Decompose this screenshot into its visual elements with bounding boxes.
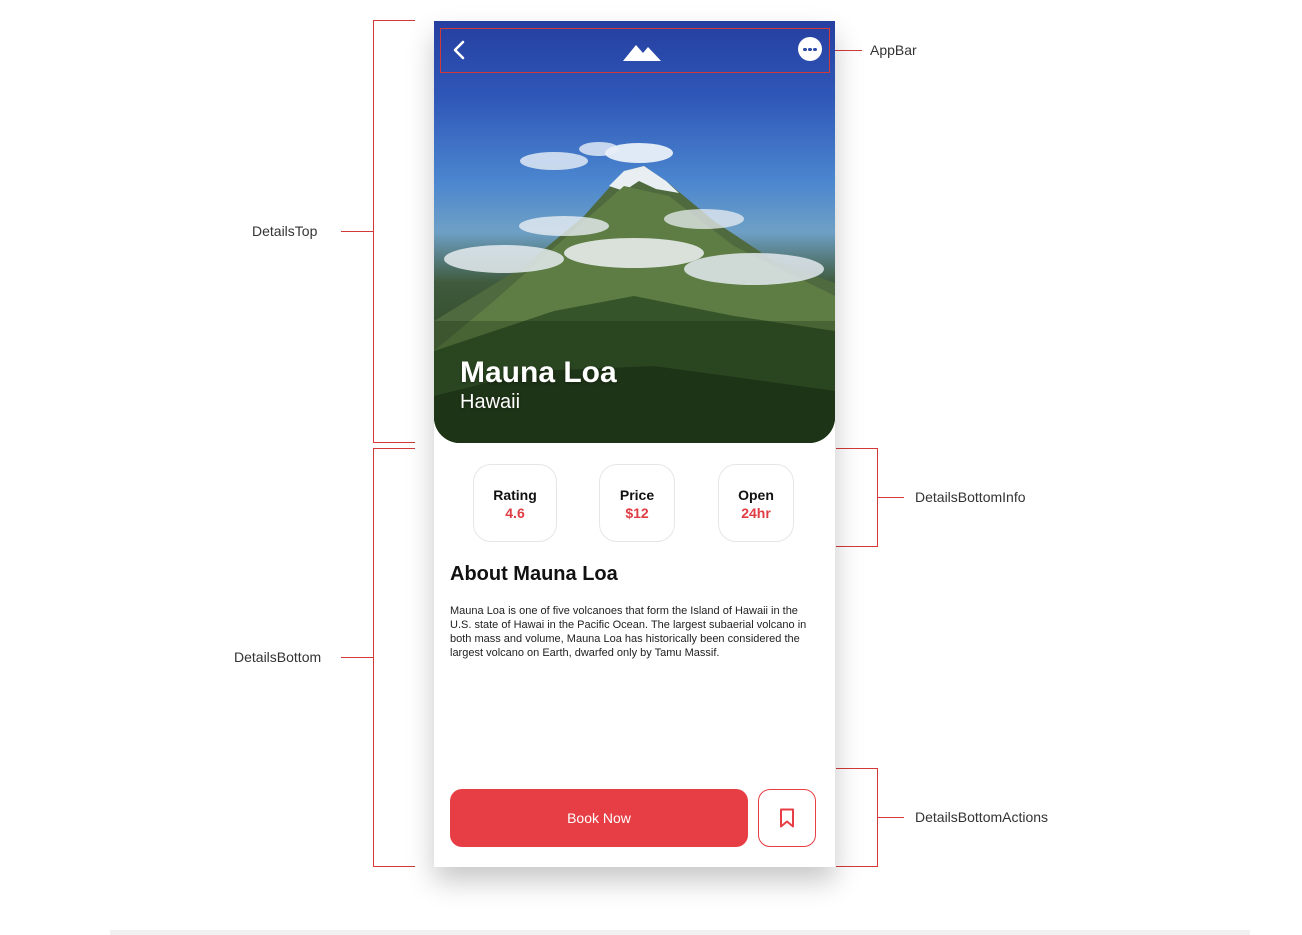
phone-screen: Mauna Loa Hawaii Rating 4.6 Price $12 Op… [434, 21, 835, 867]
place-title: Mauna Loa [460, 356, 617, 389]
info-card-rating: Rating 4.6 [473, 464, 557, 542]
annotation-label-details-bottom: DetailsBottom [234, 649, 322, 665]
details-bottom-info-bracket-tick [878, 497, 904, 498]
details-top: Mauna Loa Hawaii [434, 21, 835, 443]
info-card-label: Price [619, 487, 655, 503]
app-bar [440, 28, 830, 73]
bookmark-button[interactable] [758, 789, 816, 847]
page-bottom-divider [110, 930, 1250, 935]
mountain-logo-icon [623, 45, 661, 61]
about-title: About Mauna Loa [450, 563, 618, 585]
details-top-bracket-tick [341, 231, 373, 232]
info-card-value: 4.6 [505, 505, 525, 521]
info-card-price: Price $12 [599, 464, 675, 542]
details-bottom-bracket-tick [341, 657, 373, 658]
details-bottom-actions-bracket-tick [878, 817, 904, 818]
annotation-label-details-top: DetailsTop [252, 223, 318, 239]
details-bottom-actions-bracket [836, 768, 878, 867]
book-now-button[interactable]: Book Now [450, 789, 748, 847]
details-bottom-bracket [373, 448, 415, 867]
place-subtitle: Hawaii [460, 391, 521, 413]
chevron-left-icon[interactable] [449, 39, 471, 61]
details-bottom-info-bracket [836, 448, 878, 547]
info-card-label: Rating [493, 487, 537, 503]
bookmark-icon [780, 808, 794, 828]
annotation-label-app-bar: AppBar [870, 42, 917, 58]
info-card-value: 24hr [741, 505, 771, 521]
annotation-label-details-bottom-actions: DetailsBottomActions [915, 809, 1049, 825]
more-horizontal-icon[interactable] [798, 37, 822, 61]
info-card-open: Open 24hr [718, 464, 794, 542]
annotation-label-details-bottom-info: DetailsBottomInfo [915, 489, 1026, 505]
details-top-bracket [373, 20, 415, 443]
info-card-value: $12 [625, 505, 649, 521]
info-card-label: Open [738, 487, 774, 503]
about-description: Mauna Loa is one of five volcanoes that … [450, 605, 807, 659]
